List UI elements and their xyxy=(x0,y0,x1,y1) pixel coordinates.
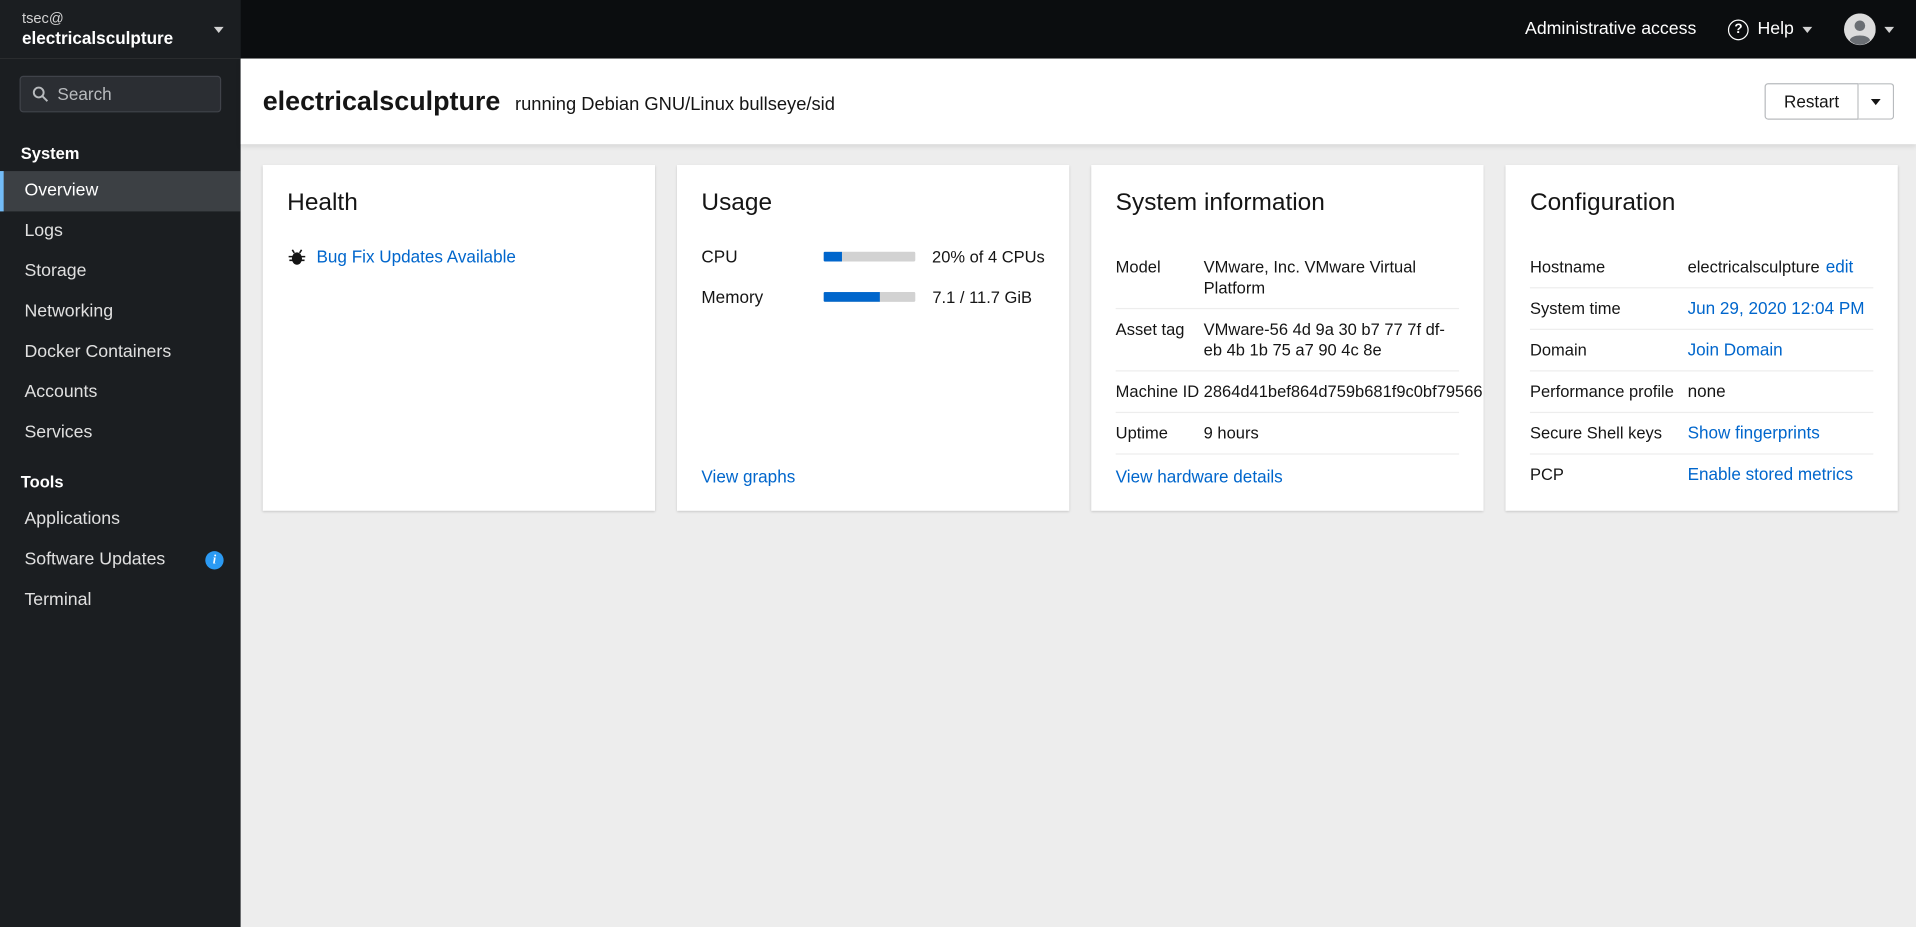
hostname-label: Hostname xyxy=(1529,257,1606,277)
nav-section-system-label: System xyxy=(20,144,80,163)
cpu-label: CPU xyxy=(701,246,738,267)
sidebar-item-logs[interactable]: Logs xyxy=(0,211,241,251)
hostname-row: Hostname electricalsculpture edit xyxy=(1529,247,1874,289)
model-value: VMware, Inc. VMware Virtual Platform xyxy=(1203,257,1417,297)
sidebar-item-services[interactable]: Services xyxy=(0,413,241,453)
cpu-progress-fill xyxy=(823,251,842,262)
search-icon xyxy=(32,86,49,103)
caret-down-icon xyxy=(1802,26,1813,33)
asset-tag-label: Asset tag xyxy=(1115,320,1185,339)
sidebar-item-applications[interactable]: Applications xyxy=(0,500,241,540)
pcp-label: PCP xyxy=(1529,465,1564,484)
join-domain-link[interactable]: Join Domain xyxy=(1688,340,1783,361)
memory-label: Memory xyxy=(701,287,764,307)
configuration-card: Configuration Hostname electricalsculptu… xyxy=(1505,164,1898,511)
question-circle-icon: ? xyxy=(1728,18,1749,40)
hostname-edit-link[interactable]: edit xyxy=(1826,257,1854,277)
pcp-row: PCP Enable stored metrics xyxy=(1530,455,1873,495)
uptime-value: 9 hours xyxy=(1203,424,1259,443)
sidebar: System Overview Logs Storage Networking … xyxy=(0,58,241,927)
title-group: electricalsculpture running Debian GNU/L… xyxy=(263,86,835,118)
memory-usage-row: Memory 7.1 / 11.7 GiB xyxy=(701,287,1044,307)
uptime-label: Uptime xyxy=(1115,424,1168,443)
help-label: Help xyxy=(1757,19,1794,40)
memory-usage-value: 7.1 / 11.7 GiB xyxy=(932,287,1033,307)
performance-profile-label: Performance profile xyxy=(1529,382,1674,401)
page-header: electricalsculpture running Debian GNU/L… xyxy=(240,58,1916,145)
asset-tag-value: VMware-56 4d 9a 30 b7 77 7f df-eb 4b 1b … xyxy=(1203,320,1445,360)
help-menu-button[interactable]: ? Help xyxy=(1728,18,1813,40)
administrative-access-button[interactable]: Administrative access xyxy=(1525,20,1696,40)
system-information-title: System information xyxy=(1115,189,1325,217)
host-switcher[interactable]: tsec@ electricalsculpture xyxy=(0,0,241,59)
model-row: Model VMware, Inc. VMware Virtual Platfo… xyxy=(1115,247,1460,310)
domain-label: Domain xyxy=(1529,340,1587,360)
domain-row: Domain Join Domain xyxy=(1529,330,1874,372)
sidebar-item-accounts[interactable]: Accounts xyxy=(0,373,241,413)
usage-card: Usage CPU 20% of 4 CPUs Memory 7.1 / 11.… xyxy=(676,164,1070,511)
layout: System Overview Logs Storage Networking … xyxy=(0,58,1916,927)
user-menu-button[interactable] xyxy=(1843,13,1895,46)
system-time-link[interactable]: Jun 29, 2020 12:04 PM xyxy=(1688,298,1865,319)
restart-button[interactable]: Restart xyxy=(1764,83,1859,120)
nav-section-tools-label: Tools xyxy=(20,472,64,492)
cpu-usage-row: CPU 20% of 4 CPUs xyxy=(701,247,1044,267)
usage-card-title: Usage xyxy=(701,189,773,217)
app-viewport: tsec@ electricalsculpture Administrative… xyxy=(0,0,1916,927)
cpu-usage-value: 20% of 4 CPUs xyxy=(932,247,1045,266)
main-area: electricalsculpture running Debian GNU/L… xyxy=(240,58,1916,927)
host-switcher-host: electricalsculpture xyxy=(21,28,174,48)
sidebar-item-docker-containers[interactable]: Docker Containers xyxy=(0,332,241,372)
host-switcher-text: tsec@ electricalsculpture xyxy=(22,10,173,49)
search-box xyxy=(19,75,222,113)
health-card: Health Bug Fix Updates Available xyxy=(262,164,655,511)
chevron-down-icon xyxy=(213,26,224,33)
secure-shell-keys-row: Secure Shell keys Show fingerprints xyxy=(1529,413,1874,455)
os-release-text: running Debian GNU/Linux bullseye/sid xyxy=(514,94,835,115)
machine-id-value: 2864d41bef864d759b681f9c0bf79566 xyxy=(1203,382,1483,401)
memory-progress-fill xyxy=(823,292,880,302)
cpu-progress-bar xyxy=(823,251,915,262)
system-time-row: System time Jun 29, 2020 12:04 PM xyxy=(1529,288,1874,330)
view-graphs-link[interactable]: View graphs xyxy=(701,467,1044,487)
system-information-card: System information Model VMware, Inc. VM… xyxy=(1091,164,1484,511)
enable-stored-metrics-link[interactable]: Enable stored metrics xyxy=(1688,464,1853,485)
sidebar-item-overview[interactable]: Overview xyxy=(0,171,241,212)
sidebar-item-label: Software Updates xyxy=(24,549,166,570)
caret-down-icon xyxy=(1870,98,1881,105)
dashboard-content: Health Bug Fix Updates Available Usage C… xyxy=(241,144,1916,927)
restart-dropdown-toggle[interactable] xyxy=(1858,83,1895,120)
health-updates-item: Bug Fix Updates Available xyxy=(287,247,630,267)
configuration-title: Configuration xyxy=(1529,189,1676,217)
show-fingerprints-link[interactable]: Show fingerprints xyxy=(1688,423,1820,444)
performance-profile-row: Performance profile none xyxy=(1529,371,1874,414)
avatar-icon xyxy=(1843,13,1876,46)
caret-down-icon xyxy=(1884,26,1895,33)
performance-profile-value: none xyxy=(1687,381,1726,401)
sidebar-item-networking[interactable]: Networking xyxy=(0,292,241,332)
info-icon: i xyxy=(205,551,224,570)
uptime-row: Uptime 9 hours xyxy=(1115,413,1460,455)
machine-id-label: Machine ID xyxy=(1115,382,1200,401)
sidebar-item-software-updates[interactable]: Software Updates i xyxy=(0,540,241,580)
memory-progress-bar xyxy=(823,292,916,302)
masthead: Administrative access ? Help xyxy=(241,0,1916,59)
sidebar-item-terminal[interactable]: Terminal xyxy=(0,580,241,620)
topbar: tsec@ electricalsculpture Administrative… xyxy=(0,0,1916,59)
bug-fix-updates-link[interactable]: Bug Fix Updates Available xyxy=(316,247,515,267)
search-input[interactable] xyxy=(57,84,209,104)
bug-icon xyxy=(287,247,307,267)
sidebar-item-storage[interactable]: Storage xyxy=(0,252,241,292)
system-time-label: System time xyxy=(1529,299,1621,318)
health-card-title: Health xyxy=(287,189,358,217)
machine-id-row: Machine ID 2864d41bef864d759b681f9c0bf79… xyxy=(1115,371,1483,414)
view-hardware-details-link[interactable]: View hardware details xyxy=(1116,467,1459,487)
model-label: Model xyxy=(1115,257,1161,277)
secure-shell-keys-label: Secure Shell keys xyxy=(1529,424,1662,443)
restart-split-button: Restart xyxy=(1764,83,1895,120)
hostname-value: electricalsculpture xyxy=(1687,257,1820,277)
asset-tag-row: Asset tag VMware-56 4d 9a 30 b7 77 7f df… xyxy=(1115,309,1460,372)
page-title-hostname: electricalsculpture xyxy=(262,85,501,117)
host-switcher-user: tsec@ xyxy=(21,9,64,27)
